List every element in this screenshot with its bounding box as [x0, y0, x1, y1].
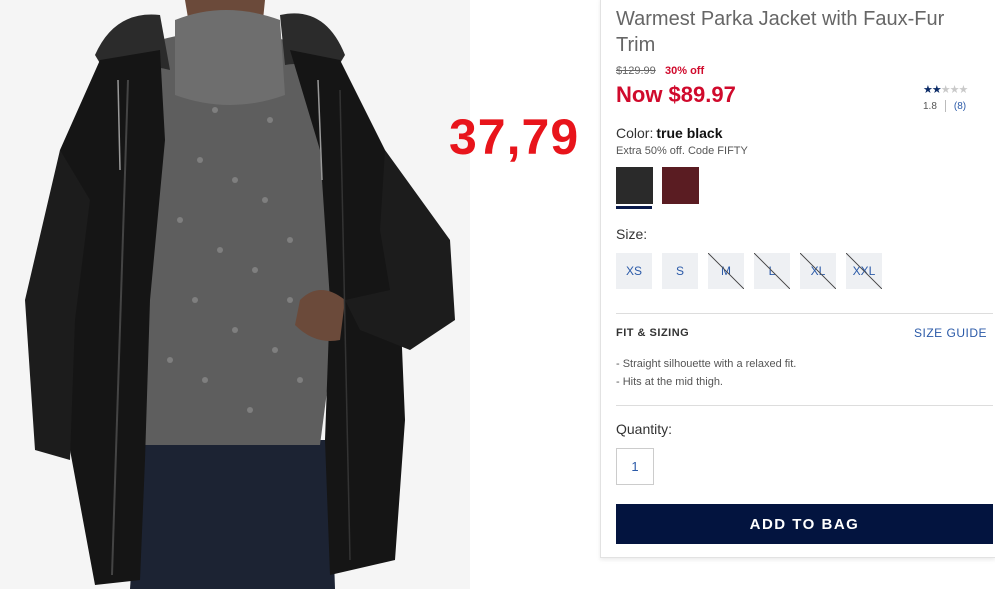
- color-label: Color: true black: [616, 125, 723, 141]
- section-divider: [616, 405, 993, 406]
- size-option-xxl-unavailable[interactable]: XXL: [846, 253, 882, 289]
- color-label-text: Color:: [616, 125, 654, 141]
- color-swatch-burgundy[interactable]: [662, 167, 699, 204]
- list-item: - Straight silhouette with a relaxed fit…: [616, 358, 797, 370]
- star-outline-icon: ★: [949, 84, 960, 96]
- color-swatch-true-black[interactable]: [616, 167, 653, 204]
- review-count-link[interactable]: (8): [954, 101, 966, 112]
- selected-color-name: true black: [656, 125, 723, 141]
- size-option-l-unavailable[interactable]: L: [754, 253, 790, 289]
- star-outline-icon: ★: [940, 84, 951, 96]
- product-details-panel: Warmest Parka Jacket with Faux-Fur Trim …: [600, 0, 995, 558]
- add-to-bag-button[interactable]: ADD TO BAG: [616, 504, 993, 544]
- selected-swatch-indicator: [616, 206, 652, 209]
- star-icon: ★: [923, 84, 933, 96]
- section-divider: [616, 313, 993, 314]
- size-option-xs[interactable]: XS: [616, 253, 652, 289]
- model-wearing-parka-image: [0, 0, 470, 589]
- list-item: - Hits at the mid thigh.: [616, 376, 723, 388]
- size-option-m-unavailable[interactable]: M: [708, 253, 744, 289]
- discount-label: 30% off: [665, 65, 705, 77]
- product-image[interactable]: [0, 0, 470, 589]
- size-option-xl-unavailable[interactable]: XL: [800, 253, 836, 289]
- fit-sizing-heading: FIT & SIZING: [616, 327, 690, 339]
- size-label: Size:: [616, 226, 648, 242]
- original-price: $129.99: [616, 65, 656, 77]
- star-icon: ★: [931, 84, 942, 96]
- sale-price: Now $89.97: [616, 82, 736, 107]
- size-guide-link[interactable]: SIZE GUIDE: [914, 326, 987, 340]
- handwritten-price-annotation: 37,79: [449, 109, 580, 165]
- fit-details-list: - Straight silhouette with a relaxed fit…: [616, 355, 796, 391]
- promo-code-text: Extra 50% off. Code FIFTY: [616, 145, 748, 157]
- rating-divider: [944, 100, 946, 112]
- rating-stars: ★★★★★: [923, 84, 993, 96]
- size-option-s[interactable]: S: [662, 253, 698, 289]
- rating-value: 1.8: [923, 100, 937, 112]
- star-outline-icon: ★: [958, 84, 969, 96]
- quantity-input[interactable]: 1: [616, 448, 654, 485]
- quantity-label: Quantity:: [616, 421, 673, 437]
- product-title: Warmest Parka Jacket with Faux-Fur Trim: [616, 8, 945, 56]
- product-rating[interactable]: ★★★★★ 1.8 (8): [923, 84, 993, 112]
